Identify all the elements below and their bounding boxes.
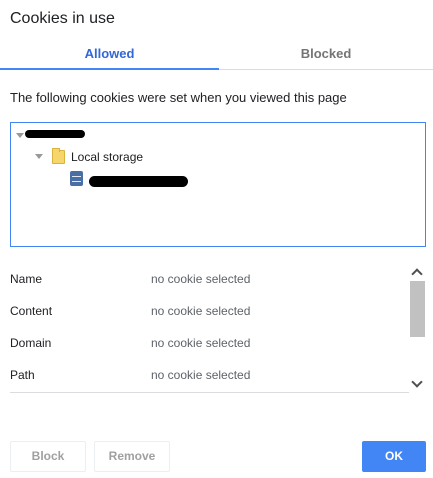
- expand-arrow-icon[interactable]: [16, 133, 24, 138]
- detail-value: no cookie selected: [151, 272, 251, 286]
- detail-label: Name: [10, 272, 43, 286]
- redacted-storage-item[interactable]: [89, 176, 188, 187]
- detail-label: Path: [10, 368, 35, 382]
- detail-label: Content: [10, 304, 53, 318]
- tab-allowed[interactable]: Allowed: [0, 40, 219, 70]
- expand-arrow-icon[interactable]: [35, 154, 43, 159]
- redacted-site-label[interactable]: [25, 130, 85, 138]
- detail-label: Domain: [10, 336, 52, 350]
- detail-row-content: Content no cookie selected: [10, 301, 410, 321]
- tab-blocked[interactable]: Blocked: [219, 40, 433, 70]
- dialog-title: Cookies in use: [10, 10, 115, 27]
- block-button[interactable]: Block: [10, 441, 86, 472]
- folder-icon: [52, 148, 65, 164]
- detail-row-path: Path no cookie selected: [10, 365, 410, 385]
- cookie-tree[interactable]: Local storage: [10, 122, 426, 247]
- scroll-down-icon[interactable]: [411, 376, 423, 388]
- detail-value: no cookie selected: [151, 336, 251, 350]
- description-text: The following cookies were set when you …: [10, 90, 347, 105]
- cookie-details: Name no cookie selected Content no cooki…: [10, 263, 426, 393]
- scroll-thumb[interactable]: [410, 281, 425, 337]
- detail-value: no cookie selected: [151, 368, 251, 382]
- detail-row-domain: Domain no cookie selected: [10, 333, 410, 353]
- remove-button[interactable]: Remove: [94, 441, 170, 472]
- detail-row-name: Name no cookie selected: [10, 269, 410, 289]
- detail-value: no cookie selected: [151, 304, 251, 318]
- database-icon: [70, 171, 83, 186]
- ok-button[interactable]: OK: [362, 441, 426, 472]
- details-scrollbar[interactable]: [409, 263, 426, 393]
- tree-item-local-storage[interactable]: Local storage: [71, 148, 143, 166]
- tab-strip: Allowed Blocked: [0, 40, 433, 70]
- scroll-up-icon[interactable]: [411, 268, 423, 280]
